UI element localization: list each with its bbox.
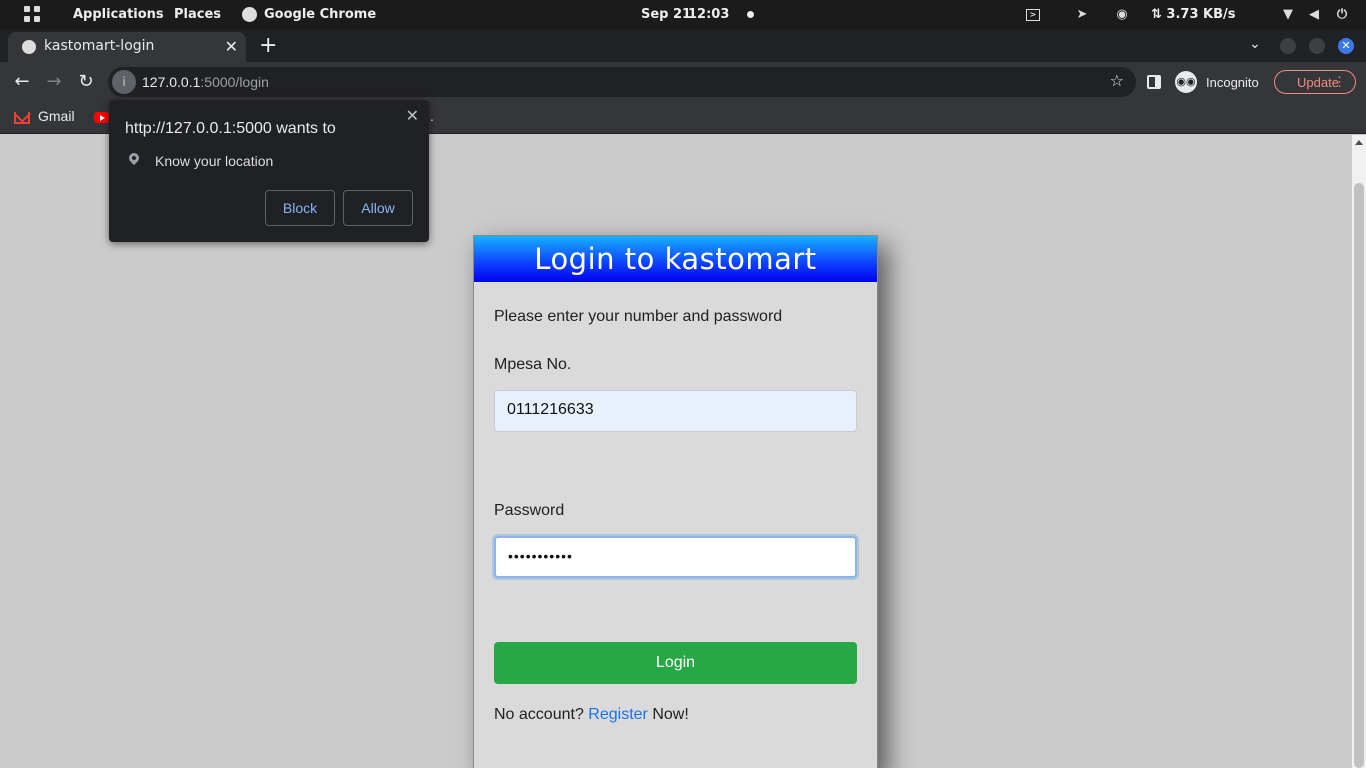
wifi-icon[interactable]: ▼ — [1280, 7, 1296, 23]
login-heading: Login to kastomart — [474, 236, 877, 282]
incognito-icon: ◉◉ — [1175, 71, 1197, 93]
mpesa-label: Mpesa No. — [494, 356, 572, 373]
power-icon[interactable]: ⏻ — [1334, 7, 1350, 23]
scroll-up-arrow-icon[interactable] — [1355, 140, 1363, 145]
register-link[interactable]: Register — [588, 706, 648, 723]
telegram-icon[interactable]: ➤ — [1074, 7, 1090, 23]
permission-title: http://127.0.0.1:5000 wants to — [125, 120, 336, 137]
block-button[interactable]: Block — [265, 190, 335, 226]
reload-button[interactable]: ↻ — [74, 70, 98, 94]
browser-toolbar: ← → ↻ i 127.0.0.1:5000/login ☆ ◉◉ Incogn… — [0, 62, 1366, 102]
app-grid-icon[interactable] — [24, 6, 41, 23]
scrollbar-thumb[interactable] — [1354, 183, 1364, 768]
tab-title: kastomart-login — [44, 38, 155, 54]
gmail-icon — [14, 112, 30, 124]
site-info-icon[interactable]: i — [112, 70, 136, 94]
youtube-icon[interactable] — [94, 112, 109, 123]
places-menu[interactable]: Places — [174, 7, 221, 22]
terminal-icon[interactable]: > — [1026, 9, 1040, 21]
url-text[interactable]: 127.0.0.1:5000/login — [142, 74, 269, 90]
allow-button[interactable]: Allow — [343, 190, 413, 226]
side-panel-icon[interactable] — [1147, 75, 1161, 89]
new-tab-button[interactable]: + — [259, 33, 277, 58]
location-pin-icon — [126, 150, 142, 166]
mpesa-number-input[interactable]: 0111216633 — [494, 390, 857, 432]
close-popup-icon[interactable]: ✕ — [406, 106, 419, 126]
close-tab-icon[interactable]: ✕ — [225, 37, 238, 56]
volume-icon[interactable]: ◀ — [1306, 7, 1322, 23]
password-label: Password — [494, 502, 565, 519]
bookmark-star-icon[interactable]: ☆ — [1110, 71, 1124, 90]
time-display[interactable]: 12:03 — [688, 7, 729, 22]
maximize-button[interactable] — [1309, 38, 1325, 54]
forward-button[interactable]: → — [42, 70, 66, 94]
globe-icon — [22, 40, 36, 54]
date-display[interactable]: Sep 21 — [641, 7, 691, 22]
tab-search-chevron-icon[interactable]: ⌄ — [1249, 36, 1261, 52]
close-window-button[interactable]: ✕ — [1338, 38, 1354, 54]
tab-kastomart-login[interactable]: kastomart-login ✕ — [8, 32, 246, 62]
location-permission-popup: http://127.0.0.1:5000 wants to ✕ Know yo… — [109, 100, 429, 242]
minimize-button[interactable] — [1280, 38, 1296, 54]
login-card: Login to kastomart Please enter your num… — [473, 235, 878, 768]
back-button[interactable]: ← — [10, 70, 34, 94]
active-app-name[interactable]: Google Chrome — [264, 7, 376, 22]
now-text: Now! — [652, 706, 689, 723]
incognito-label: Incognito — [1206, 75, 1259, 90]
permission-description: Know your location — [155, 153, 274, 169]
update-button[interactable]: Update ⋮ — [1274, 70, 1356, 94]
vertical-scrollbar[interactable] — [1352, 135, 1366, 768]
no-account-text: No account? — [494, 706, 584, 723]
notification-dot — [747, 11, 754, 18]
chrome-icon — [242, 7, 257, 22]
kebab-menu-icon[interactable]: ⋮ — [1333, 74, 1346, 90]
applications-menu[interactable]: Applications — [73, 7, 164, 22]
register-prompt: No account? Register Now! — [494, 706, 689, 724]
password-input[interactable]: ••••••••••• — [494, 536, 857, 578]
tab-strip: kastomart-login ✕ + ⌄ ✕ — [0, 30, 1366, 62]
network-speed: ⇅ 3.73 KB/s — [1151, 7, 1236, 22]
login-instructions: Please enter your number and password — [494, 308, 783, 325]
login-button[interactable]: Login — [494, 642, 857, 684]
bookmark-gmail[interactable]: Gmail — [38, 108, 75, 124]
address-bar[interactable]: i 127.0.0.1:5000/login ☆ — [108, 67, 1136, 97]
record-icon[interactable]: ◉ — [1114, 7, 1130, 23]
system-top-bar: Applications Places Google Chrome Sep 21… — [0, 0, 1366, 30]
bookmark-overflow: . — [430, 108, 434, 124]
